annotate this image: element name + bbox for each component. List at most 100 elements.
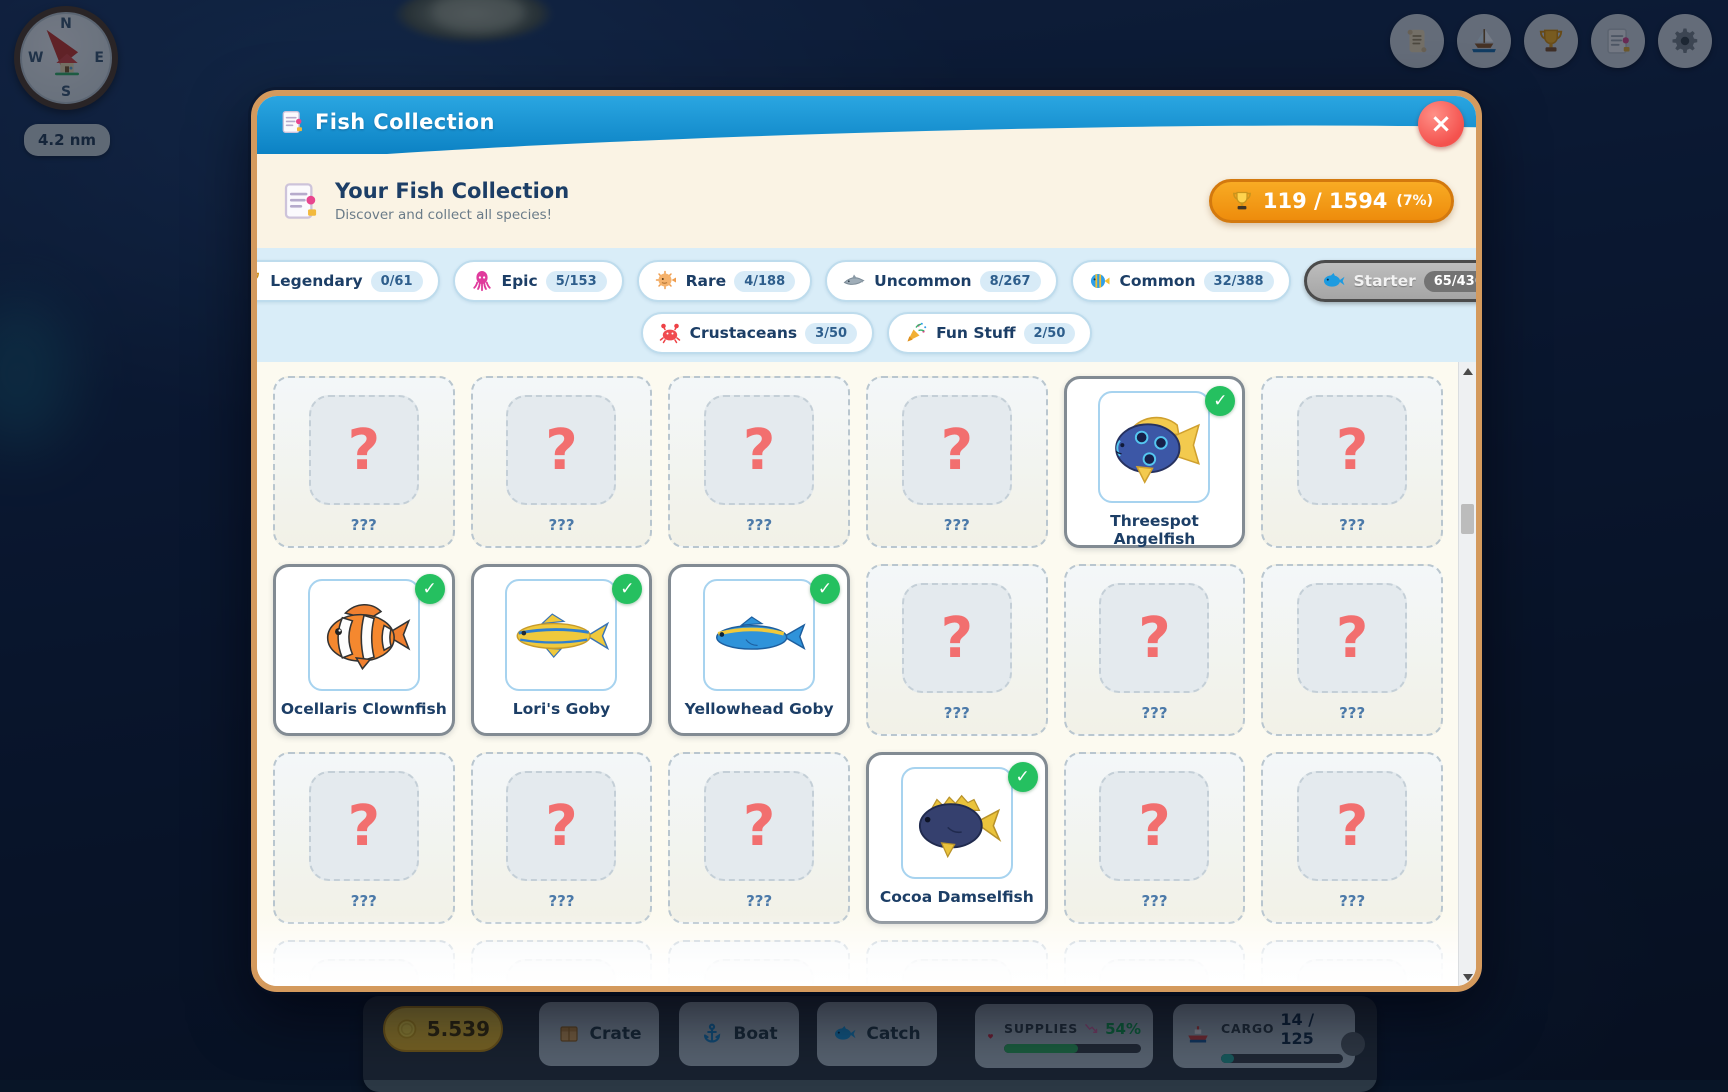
question-mark: ?	[1336, 418, 1368, 483]
fish-card-yellowhead-goby[interactable]: ✓Yellowhead Goby	[668, 564, 850, 736]
party-icon	[904, 321, 928, 345]
fish-card-unknown[interactable]: ????	[668, 376, 850, 548]
fish-card-unknown[interactable]: ????	[866, 376, 1048, 548]
tab-legendary[interactable]: Legendary 0/61	[251, 260, 440, 302]
grid-scrollbar[interactable]	[1458, 362, 1476, 986]
question-mark: ?	[545, 794, 577, 859]
check-icon: ✓	[612, 574, 642, 604]
unknown-label: ???	[670, 516, 848, 534]
question-mark: ?	[743, 982, 775, 987]
unknown-fish-box: ?	[1099, 771, 1209, 881]
check-icon: ✓	[415, 574, 445, 604]
fish-name: Yellowhead Goby	[671, 700, 847, 718]
fish-card-unknown[interactable]: ????	[1261, 940, 1443, 986]
tab-count-badge: 5/153	[546, 271, 607, 292]
scroll-up-arrow[interactable]	[1459, 362, 1476, 380]
question-mark: ?	[1336, 982, 1368, 987]
question-mark: ?	[1336, 794, 1368, 859]
close-button[interactable]: ×	[1418, 101, 1464, 147]
fish-image	[308, 579, 420, 691]
unknown-label: ???	[1263, 892, 1441, 910]
fish-name: Threespot Angelfish	[1067, 512, 1243, 548]
tabs-row-2: Crustaceans 3/50 Fun Stuff2/50	[257, 312, 1476, 354]
fish-card-unknown[interactable]: ????	[471, 752, 653, 924]
scroll-down-arrow[interactable]	[1459, 968, 1476, 986]
tab-label: Common	[1120, 272, 1196, 290]
fish-name: Lori's Goby	[474, 700, 650, 718]
unknown-label: ???	[868, 516, 1046, 534]
fish-card-unknown[interactable]: ????	[866, 564, 1048, 736]
check-icon: ✓	[1205, 386, 1235, 416]
tab-count-badge: 32/388	[1204, 271, 1274, 292]
fish-card-unknown[interactable]: ????	[668, 940, 850, 986]
fish-card-ocellaris-clownfish[interactable]: ✓ Ocellaris Clownfish	[273, 564, 455, 736]
question-mark: ?	[1138, 794, 1170, 859]
rarity-tabs: Legendary 0/61 Epic5/153 Rare4/188 Uncommon8…	[257, 248, 1476, 362]
question-mark: ?	[348, 418, 380, 483]
unknown-fish-box: ?	[309, 959, 419, 986]
fish-card-lori-s-goby[interactable]: ✓ Lori's Goby	[471, 564, 653, 736]
tab-starter[interactable]: Starter 65/436	[1304, 260, 1482, 302]
unknown-label: ???	[275, 516, 453, 534]
tab-count-badge: 0/61	[371, 271, 423, 292]
question-mark: ?	[941, 606, 973, 671]
unknown-fish-box: ?	[309, 771, 419, 881]
tab-uncommon[interactable]: Uncommon8/267	[825, 260, 1057, 302]
unknown-fish-box: ?	[506, 771, 616, 881]
fish-card-unknown[interactable]: ????	[1064, 752, 1246, 924]
fish-card-unknown[interactable]: ????	[1261, 752, 1443, 924]
fish-grid: ????????????????✓Threespot Angelfish????…	[257, 362, 1459, 986]
tab-count-badge: 2/50	[1024, 323, 1076, 344]
collection-progress-percent: (7%)	[1396, 193, 1433, 209]
tab-rare[interactable]: Rare4/188	[637, 260, 813, 302]
collection-title: Your Fish Collection	[335, 179, 569, 203]
tab-count-badge: 4/188	[734, 271, 795, 292]
fish-card-unknown[interactable]: ????	[1064, 564, 1246, 736]
fish-card-unknown[interactable]: ????	[273, 752, 455, 924]
tab-epic[interactable]: Epic5/153	[453, 260, 624, 302]
question-mark: ?	[545, 982, 577, 987]
fish-card-unknown[interactable]: ????	[471, 376, 653, 548]
fish-card-unknown[interactable]: ????	[866, 940, 1048, 986]
collection-doc-icon	[279, 178, 321, 224]
fish-icon	[1322, 269, 1346, 293]
fish-name: Cocoa Damselfish	[869, 888, 1045, 906]
question-mark: ?	[743, 794, 775, 859]
shark-icon	[842, 269, 866, 293]
tab-label: Starter	[1354, 272, 1416, 290]
tab-label: Legendary	[270, 272, 362, 290]
unknown-fish-box: ?	[506, 395, 616, 505]
collection-grid-area: ????????????????✓Threespot Angelfish????…	[257, 362, 1476, 986]
tab-count-badge: 3/50	[805, 323, 857, 344]
tab-common[interactable]: Common 32/388	[1071, 260, 1291, 302]
fish-card-unknown[interactable]: ????	[273, 376, 455, 548]
fish-card-unknown[interactable]: ????	[273, 940, 455, 986]
blowfish-icon	[654, 269, 678, 293]
trophy-icon	[251, 269, 262, 293]
tab-label: Crustaceans	[690, 324, 798, 342]
collection-subheader: Your Fish Collection Discover and collec…	[257, 154, 1476, 248]
unknown-fish-box: ?	[1297, 771, 1407, 881]
fish-card-unknown[interactable]: ????	[1261, 564, 1443, 736]
tab-count-badge: 65/436	[1424, 271, 1482, 292]
fish-card-unknown[interactable]: ????	[668, 752, 850, 924]
fish-image	[703, 579, 815, 691]
unknown-fish-box: ?	[1297, 395, 1407, 505]
fish-card-unknown[interactable]: ????	[471, 940, 653, 986]
question-mark: ?	[348, 982, 380, 987]
unknown-fish-box: ?	[704, 395, 814, 505]
unknown-fish-box: ?	[902, 583, 1012, 693]
fish-name: Ocellaris Clownfish	[276, 700, 452, 718]
fish-card-unknown[interactable]: ????	[1064, 940, 1246, 986]
modal-title: Fish Collection	[315, 110, 495, 134]
tab-fun-stuff[interactable]: Fun Stuff2/50	[887, 312, 1092, 354]
scroll-thumb[interactable]	[1461, 504, 1474, 534]
unknown-fish-box: ?	[1099, 959, 1209, 986]
fish-card-threespot-angelfish[interactable]: ✓ Threespot Angelfish	[1064, 376, 1246, 548]
tab-crustaceans[interactable]: Crustaceans 3/50	[641, 312, 874, 354]
check-icon: ✓	[1008, 762, 1038, 792]
fish-card-cocoa-damselfish[interactable]: ✓ Cocoa Damselfish	[866, 752, 1048, 924]
squid-icon	[470, 269, 494, 293]
unknown-label: ???	[670, 892, 848, 910]
fish-card-unknown[interactable]: ????	[1261, 376, 1443, 548]
